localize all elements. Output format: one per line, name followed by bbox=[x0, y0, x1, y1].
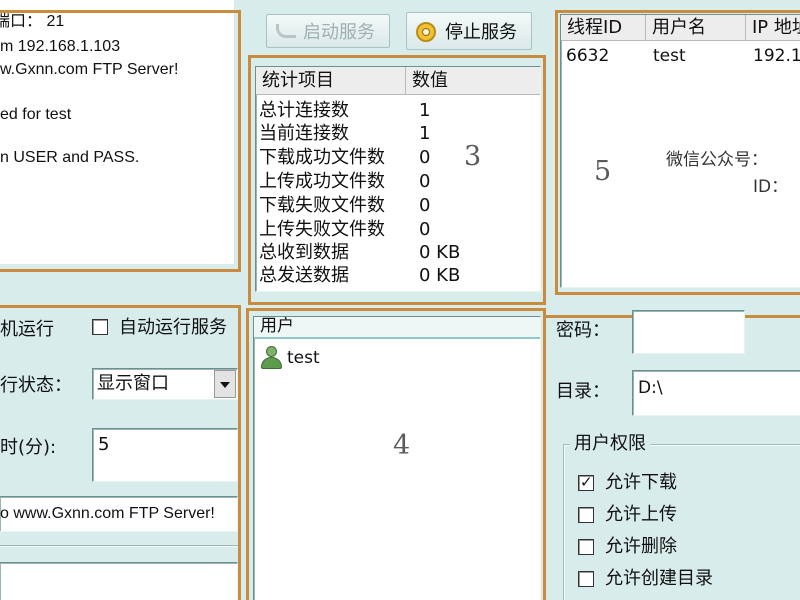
annotation-number: 4 bbox=[393, 430, 411, 461]
auto-run-service-checkbox[interactable] bbox=[92, 319, 108, 335]
start-service-label: 启动服务 bbox=[303, 22, 375, 43]
watermark-line: ID： bbox=[753, 177, 789, 197]
password-label: 密码： bbox=[556, 320, 610, 341]
stats-item: 总发送数据 bbox=[259, 265, 349, 286]
stats-value: 0 bbox=[419, 219, 431, 240]
stats-row: 当前连接数 1 bbox=[256, 123, 540, 145]
stats-item: 下载失败文件数 bbox=[259, 195, 385, 216]
divider bbox=[0, 545, 238, 547]
timeout-input[interactable]: 5 bbox=[92, 428, 238, 482]
sessions-header-ip[interactable]: IP 地址 bbox=[746, 15, 800, 41]
stats-value: 1 bbox=[419, 123, 431, 144]
stats-item: 当前连接数 bbox=[259, 123, 349, 144]
run-state-value: 显示窗口 bbox=[97, 373, 169, 394]
stats-value: 0 bbox=[419, 147, 431, 168]
stats-item: 下载成功文件数 bbox=[259, 147, 385, 168]
allow-delete-label[interactable]: 允许删除 bbox=[605, 536, 677, 558]
session-ip: 192.1 bbox=[753, 46, 800, 66]
stats-item: 总收到数据 bbox=[259, 242, 349, 263]
run-state-select[interactable]: 显示窗口 bbox=[92, 368, 238, 400]
allow-create-dir-label[interactable]: 允许创建目录 bbox=[605, 568, 713, 590]
dropdown-button[interactable] bbox=[214, 370, 236, 398]
allow-download-label[interactable]: 允许下载 bbox=[605, 472, 677, 494]
stop-service-icon bbox=[416, 22, 436, 42]
autostart-label: 机运行 bbox=[0, 319, 54, 340]
stats-row: 总发送数据 0 KB bbox=[256, 265, 540, 287]
annotation-number: 5 bbox=[594, 156, 612, 187]
start-service-icon bbox=[276, 24, 296, 38]
stats-value: 0 bbox=[419, 195, 431, 216]
sessions-list[interactable]: 线程ID 用户名 IP 地址 6632 test 192.1 微信公众号： ID… bbox=[560, 14, 800, 288]
log-line: 端口： 21 bbox=[0, 13, 65, 30]
welcome-message-input[interactable]: o www.Gxnn.com FTP Server! bbox=[0, 496, 238, 532]
log-panel[interactable]: 端口： 21 m 192.168.1.103 w.Gxnn.com FTP Se… bbox=[0, 0, 234, 264]
chevron-down-icon bbox=[220, 382, 230, 388]
allow-upload-label[interactable]: 允许上传 bbox=[605, 504, 677, 526]
sessions-header-thread-id[interactable]: 线程ID bbox=[561, 15, 646, 41]
sessions-header-label: 用户名 bbox=[652, 17, 706, 38]
list-item[interactable]: test bbox=[257, 345, 377, 371]
users-header[interactable]: 用户 bbox=[254, 317, 540, 339]
log-line: n USER and PASS. bbox=[0, 149, 140, 166]
session-row[interactable]: 6632 test 192.1 bbox=[561, 45, 800, 69]
stats-header-value-label: 数值 bbox=[412, 70, 448, 91]
timeout-value: 5 bbox=[98, 434, 110, 455]
stats-value: 1 bbox=[419, 100, 431, 121]
stats-row: 下载失败文件数 0 bbox=[256, 195, 540, 217]
users-header-label: 用户 bbox=[260, 317, 294, 336]
session-username: test bbox=[653, 46, 686, 66]
stats-row: 上传成功文件数 0 bbox=[256, 171, 540, 193]
allow-delete-checkbox[interactable] bbox=[578, 539, 594, 555]
message-input[interactable] bbox=[0, 562, 238, 600]
sessions-header-username[interactable]: 用户名 bbox=[646, 15, 746, 41]
directory-label: 目录： bbox=[556, 381, 610, 402]
sessions-header-label: IP 地址 bbox=[752, 17, 800, 38]
stats-value: 0 KB bbox=[419, 242, 461, 263]
auto-run-service-label[interactable]: 自动运行服务 bbox=[119, 317, 227, 339]
user-name: test bbox=[287, 348, 320, 368]
stats-item: 总计连接数 bbox=[259, 100, 349, 121]
allow-download-checkbox[interactable] bbox=[578, 473, 594, 491]
permissions-title: 用户权限 bbox=[570, 433, 650, 455]
stats-header-item[interactable]: 统计项目 bbox=[256, 67, 406, 95]
stats-header-item-label: 统计项目 bbox=[262, 70, 334, 91]
annotation-number: 3 bbox=[464, 141, 482, 172]
stats-row: 上传失败文件数 0 bbox=[256, 219, 540, 241]
welcome-message-value: o www.Gxnn.com FTP Server! bbox=[0, 505, 215, 522]
sessions-header-label: 线程ID bbox=[567, 17, 623, 38]
log-line: m 192.168.1.103 bbox=[0, 38, 121, 55]
stats-header-value[interactable]: 数值 bbox=[406, 67, 540, 95]
password-input[interactable] bbox=[632, 310, 745, 354]
stats-row: 总计连接数 1 bbox=[256, 100, 540, 122]
run-state-label: 行状态： bbox=[0, 375, 72, 396]
stats-value: 0 KB bbox=[419, 265, 461, 286]
directory-input[interactable]: D:\ bbox=[632, 370, 800, 416]
stop-service-button[interactable]: 停止服务 bbox=[406, 12, 532, 50]
directory-value: D:\ bbox=[638, 378, 663, 398]
stats-list[interactable]: 统计项目 数值 总计连接数 1 当前连接数 1 下载成功文件数 0 上传成功文件… bbox=[255, 66, 541, 292]
log-line: w.Gxnn.com FTP Server! bbox=[0, 61, 179, 78]
session-thread-id: 6632 bbox=[566, 46, 610, 66]
stop-service-label: 停止服务 bbox=[445, 22, 517, 43]
user-icon bbox=[259, 346, 283, 370]
stats-item: 上传失败文件数 bbox=[259, 219, 385, 240]
stats-item: 上传成功文件数 bbox=[259, 171, 385, 192]
stats-row: 下载成功文件数 0 bbox=[256, 147, 540, 169]
stats-row: 总收到数据 0 KB bbox=[256, 242, 540, 264]
allow-create-dir-checkbox[interactable] bbox=[578, 571, 594, 587]
start-service-button[interactable]: 启动服务 bbox=[266, 14, 390, 48]
stats-value: 0 bbox=[419, 171, 431, 192]
timeout-label: 时(分): bbox=[0, 437, 57, 458]
allow-upload-checkbox[interactable] bbox=[578, 507, 594, 523]
watermark-line: 微信公众号： bbox=[666, 150, 768, 170]
log-line: ed for test bbox=[0, 106, 72, 123]
